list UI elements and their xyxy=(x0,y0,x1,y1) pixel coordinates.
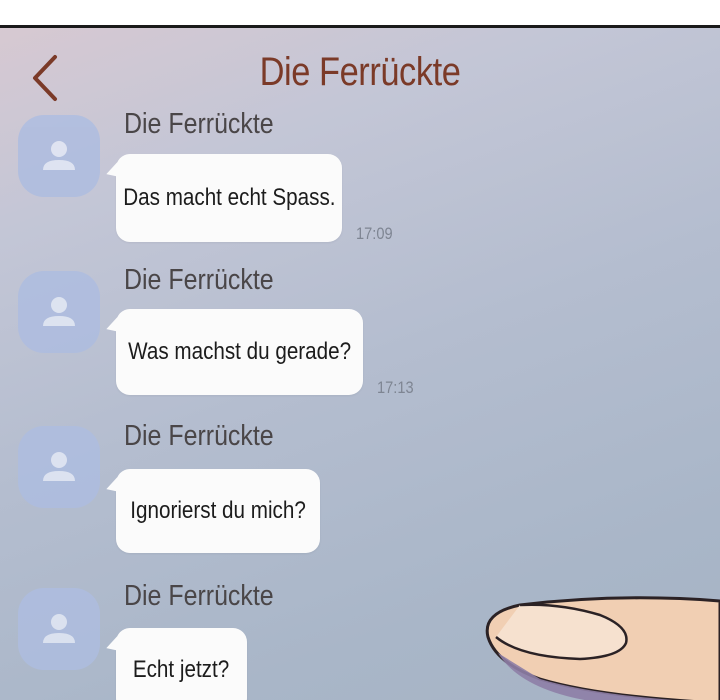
message-bubble[interactable]: Echt jetzt? xyxy=(116,628,247,700)
user-icon xyxy=(43,297,75,326)
message-time: 17:13 xyxy=(377,378,414,397)
message-text: Echt jetzt? xyxy=(133,656,230,683)
sender-name: Die Ferrückte xyxy=(124,580,274,612)
message-text: Was machst du gerade? xyxy=(128,338,351,365)
message-bubble[interactable]: Was machst du gerade? xyxy=(116,309,363,395)
message-text: Ignorierst du mich? xyxy=(130,497,306,524)
avatar[interactable] xyxy=(18,588,100,670)
avatar[interactable] xyxy=(18,271,100,353)
message-text: Das macht echt Spass. xyxy=(122,184,336,211)
avatar[interactable] xyxy=(18,115,100,197)
finger-illustration xyxy=(485,596,720,700)
avatar[interactable] xyxy=(18,426,100,508)
message-time: 17:09 xyxy=(356,224,393,243)
message-bubble[interactable]: Das macht echt Spass. xyxy=(116,154,342,242)
sender-name: Die Ferrückte xyxy=(124,420,274,452)
user-icon xyxy=(43,141,75,170)
sender-name: Die Ferrückte xyxy=(124,264,274,296)
sender-name: Die Ferrückte xyxy=(124,108,274,140)
chat-title: Die Ferrückte xyxy=(259,50,461,94)
message-bubble[interactable]: Ignorierst du mich? xyxy=(116,469,320,553)
user-icon xyxy=(43,614,75,643)
user-icon xyxy=(43,452,75,481)
chat-screen: Die Ferrückte Die Ferrückte Das macht ec… xyxy=(0,25,720,700)
